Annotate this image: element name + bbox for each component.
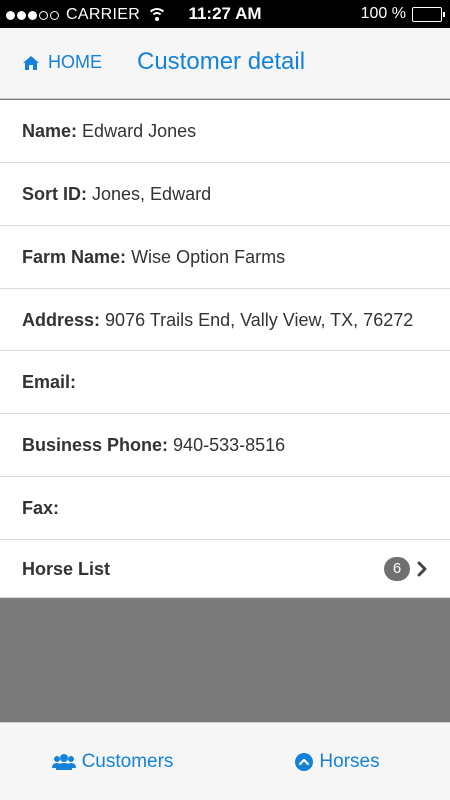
page-title: Customer detail [137, 48, 306, 75]
tab-customers[interactable]: Customers [0, 723, 225, 800]
business-phone-label: Business Phone: [22, 435, 169, 455]
sort-id-value: Jones, Edward [92, 184, 212, 204]
business-phone-value[interactable]: 940-533-8516 [173, 435, 285, 455]
home-icon [23, 55, 39, 70]
tab-customers-label: Customers [81, 750, 174, 772]
chevron-up-circle-icon [295, 752, 314, 771]
battery-icon [412, 6, 445, 22]
chevron-right-icon [417, 561, 427, 576]
battery-percent: 100 % [360, 5, 406, 22]
address-row: Address: 9076 Trails End, Vally View, TX… [0, 289, 450, 351]
business-phone-row: Business Phone: 940-533-8516 [0, 414, 450, 477]
horse-list-label: Horse List [22, 558, 111, 579]
farm-name-label: Farm Name: [22, 247, 127, 267]
farm-name-row: Farm Name: Wise Option Farms [0, 226, 450, 289]
fax-label: Fax: [22, 498, 60, 518]
horse-list-accessory: 6 [384, 556, 428, 581]
name-label: Name: [22, 121, 78, 141]
tab-horses[interactable]: Horses [225, 723, 450, 800]
bottom-tab-bar: Customers Horses [0, 722, 450, 800]
address-value: 9076 Trails End, Vally View, TX, 76272 [105, 310, 414, 330]
email-label: Email: [22, 372, 77, 392]
sort-id-row: Sort ID: Jones, Edward [0, 163, 450, 226]
horse-count-badge: 6 [384, 556, 410, 581]
name-row: Name: Edward Jones [0, 100, 450, 163]
name-value: Edward Jones [82, 121, 197, 141]
battery-indicator: 100 % [360, 5, 445, 23]
home-button[interactable]: HOME [22, 52, 102, 73]
home-label: HOME [48, 52, 102, 72]
users-icon [51, 753, 76, 770]
address-label: Address: [22, 310, 101, 330]
navigation-bar: HOME Customer detail [0, 28, 450, 99]
sort-id-label: Sort ID: [22, 184, 87, 204]
customer-detail-list: Name: Edward Jones Sort ID: Jones, Edwar… [0, 100, 450, 598]
status-bar: CARRIER 11:27 AM 100 % [0, 0, 450, 28]
horse-list-row[interactable]: Horse List 6 [0, 540, 450, 598]
tab-horses-label: Horses [319, 750, 380, 772]
email-row: Email: [0, 351, 450, 414]
farm-name-value: Wise Option Farms [131, 247, 286, 267]
fax-row: Fax: [0, 477, 450, 540]
